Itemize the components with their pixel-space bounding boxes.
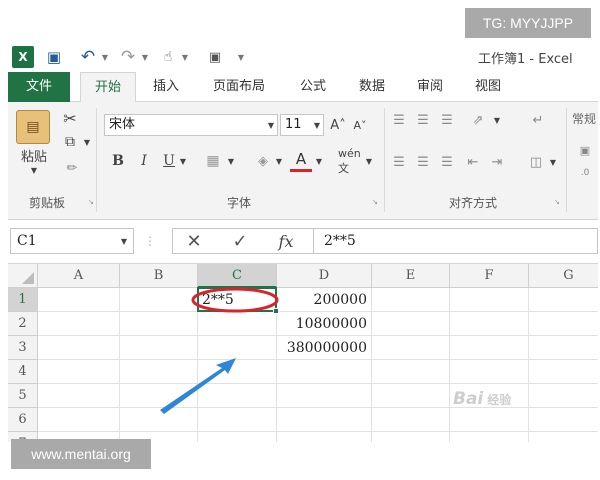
font-color-dropdown-icon[interactable]: ▼ <box>314 154 324 168</box>
wrap-text-icon[interactable]: ↵ <box>526 110 550 130</box>
borders-icon[interactable]: ▦ <box>202 150 224 172</box>
formula-bar-grip-icon[interactable]: ⋮ <box>144 232 156 250</box>
undo-dropdown-icon[interactable]: ▼ <box>100 46 110 68</box>
borders-dropdown-icon[interactable]: ▼ <box>226 154 236 168</box>
alignment-launcher-icon[interactable]: ↘ <box>554 198 564 208</box>
highlight-ellipse <box>191 287 279 313</box>
merge-center-icon[interactable]: ◫ <box>524 152 548 172</box>
title-bar: X ▣ ↶ ▼ ↷ ▼ ☝ ▼ ▣ ▼ 工作簿1 - Excel <box>8 42 598 72</box>
excel-window: X ▣ ↶ ▼ ↷ ▼ ☝ ▼ ▣ ▼ 工作簿1 - Excel 文件 开始 插… <box>8 42 598 442</box>
clipboard-launcher-icon[interactable]: ↘ <box>88 198 98 208</box>
font-launcher-icon[interactable]: ↘ <box>372 198 382 208</box>
underline-dropdown-icon[interactable]: ▼ <box>178 154 188 168</box>
shrink-font-icon[interactable]: A˅ <box>350 114 370 136</box>
formula-bar: C1 ▼ ⋮ ✕ ✓ fx 2**5 <box>8 220 598 264</box>
copy-icon[interactable]: ⧉ <box>60 132 80 152</box>
name-box[interactable]: C1 <box>10 228 134 254</box>
customize-toolbar-icon[interactable]: ▼ <box>236 46 246 68</box>
grow-font-icon[interactable]: A˄ <box>328 114 348 136</box>
underline-button[interactable]: U <box>160 150 178 172</box>
phonetic-dropdown-icon[interactable]: ▼ <box>364 154 374 168</box>
ribbon-tabs: 文件 开始 插入 页面布局 公式 数据 审阅 视图 <box>8 72 598 103</box>
annotation-layer <box>160 287 279 414</box>
fill-color-icon[interactable]: ◈ <box>252 150 274 172</box>
orientation-icon[interactable]: ⇗ <box>466 110 490 130</box>
tab-insert[interactable]: 插入 <box>142 72 190 102</box>
save-icon[interactable]: ▣ <box>44 46 64 68</box>
paste-icon[interactable]: ▤ <box>16 110 50 144</box>
decrease-indent-icon[interactable]: ⇤ <box>462 152 484 172</box>
baidu-watermark: Bai 经验 <box>453 389 563 411</box>
ribbon: ▤ 粘贴 ▼ ✂ ⧉ ▼ ✏ 宋体 ▼ 11 ▼ A˄ A˅ B I U ▼ ▦… <box>8 102 598 220</box>
formula-input[interactable]: 2**5 <box>314 228 598 254</box>
align-top-icon[interactable]: ☰ <box>388 110 410 130</box>
increase-decimal-icon[interactable]: .0 <box>574 162 596 184</box>
group-separator <box>96 108 97 212</box>
cut-icon[interactable]: ✂ <box>60 108 80 128</box>
font-color-icon[interactable]: A <box>290 148 312 172</box>
tg-overlay-label: TG: MYYJJPP <box>465 8 591 38</box>
undo-icon[interactable]: ↶ <box>78 46 98 68</box>
group-label-font: 字体 <box>226 196 251 210</box>
name-box-dropdown-icon[interactable]: ▼ <box>118 234 130 248</box>
tab-file[interactable]: 文件 <box>8 72 70 102</box>
tab-data[interactable]: 数据 <box>348 72 396 102</box>
redo-dropdown-icon[interactable]: ▼ <box>140 46 150 68</box>
orientation-dropdown-icon[interactable]: ▼ <box>492 114 502 126</box>
group-separator <box>384 108 385 212</box>
enter-icon[interactable]: ✓ <box>228 230 252 252</box>
site-watermark: www.mentai.org <box>11 439 151 469</box>
baidu-watermark-text: Bai <box>453 389 484 409</box>
font-name-dropdown-icon[interactable]: ▼ <box>266 118 276 132</box>
currency-format-icon[interactable]: ▣ <box>574 142 596 158</box>
group-separator <box>566 108 567 212</box>
format-painter-icon[interactable]: ✏ <box>62 158 82 178</box>
touch-mode-icon[interactable]: ☝ <box>158 46 178 68</box>
tab-view[interactable]: 视图 <box>464 72 512 102</box>
excel-logo-icon: X <box>12 46 34 68</box>
align-bottom-icon[interactable]: ☰ <box>436 110 458 130</box>
tab-review[interactable]: 审阅 <box>406 72 454 102</box>
camera-icon[interactable]: ▣ <box>204 46 226 68</box>
align-center-icon[interactable]: ☰ <box>412 152 434 172</box>
italic-button[interactable]: I <box>134 150 154 172</box>
tab-formulas[interactable]: 公式 <box>288 72 338 102</box>
paste-dropdown-icon[interactable]: ▼ <box>24 164 44 176</box>
paste-button[interactable]: 粘贴 <box>14 146 54 165</box>
annotation-arrow-icon <box>160 358 236 414</box>
touch-mode-dropdown-icon[interactable]: ▼ <box>180 46 190 68</box>
group-label-alignment: 对齐方式 <box>448 196 497 210</box>
window-title: 工作簿1 - Excel <box>478 52 573 67</box>
fill-color-dropdown-icon[interactable]: ▼ <box>274 154 284 168</box>
align-left-icon[interactable]: ☰ <box>388 152 410 172</box>
align-right-icon[interactable]: ☰ <box>436 152 458 172</box>
bold-button[interactable]: B <box>108 150 128 172</box>
cancel-icon[interactable]: ✕ <box>182 230 206 252</box>
font-size-dropdown-icon[interactable]: ▼ <box>312 118 322 132</box>
tab-page-layout[interactable]: 页面布局 <box>200 72 278 102</box>
redo-icon[interactable]: ↷ <box>118 46 138 68</box>
number-format-select[interactable]: 常规 <box>572 110 598 132</box>
worksheet-grid: A B C D E F G 1 2**5 200000 2 10800000 3 380000000 4 5 6… <box>8 264 598 442</box>
tab-home[interactable]: 开始 <box>80 72 136 103</box>
phonetic-guide-icon[interactable]: wén文 <box>338 147 362 175</box>
merge-dropdown-icon[interactable]: ▼ <box>548 156 558 168</box>
font-name-select[interactable]: 宋体 <box>104 114 278 136</box>
increase-indent-icon[interactable]: ⇥ <box>486 152 508 172</box>
copy-dropdown-icon[interactable]: ▼ <box>82 136 92 148</box>
baidu-watermark-suffix: 经验 <box>487 393 512 407</box>
insert-function-icon[interactable]: fx <box>272 230 300 252</box>
group-label-clipboard: 剪贴板 <box>28 196 65 210</box>
align-middle-icon[interactable]: ☰ <box>412 110 434 130</box>
